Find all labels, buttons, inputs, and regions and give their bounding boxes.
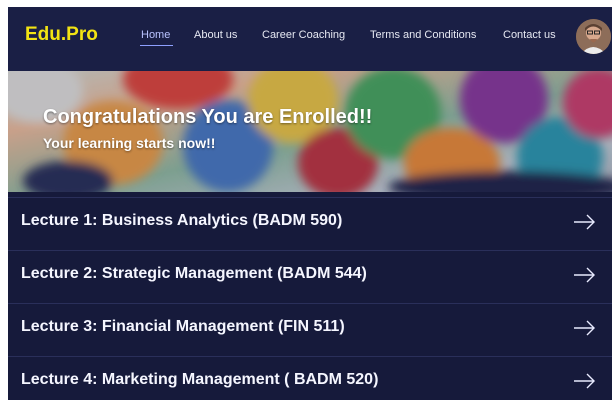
nav-terms[interactable]: Terms and Conditions bbox=[370, 29, 476, 41]
user-avatar-icon bbox=[576, 19, 611, 54]
lecture-row-3[interactable]: Lecture 3: Financial Management (FIN 511… bbox=[8, 303, 612, 356]
lecture-label: Lecture 1: Business Analytics (BADM 590) bbox=[21, 212, 343, 229]
enrollment-subtitle: Your learning starts now!! bbox=[43, 135, 216, 151]
arrow-right-icon bbox=[574, 320, 595, 336]
lecture-label: Lecture 4: Marketing Management ( BADM 5… bbox=[21, 371, 379, 388]
avatar[interactable] bbox=[576, 19, 611, 54]
arrow-right-icon bbox=[574, 214, 595, 230]
nav-about[interactable]: About us bbox=[194, 29, 237, 41]
nav-contact[interactable]: Contact us bbox=[503, 29, 556, 41]
lecture-row-2[interactable]: Lecture 2: Strategic Management (BADM 54… bbox=[8, 250, 612, 303]
top-navigation: Edu.Pro Home About us Career Coaching Te… bbox=[8, 7, 612, 71]
lecture-row-4[interactable]: Lecture 4: Marketing Management ( BADM 5… bbox=[8, 356, 612, 400]
app-frame: Edu.Pro Home About us Career Coaching Te… bbox=[8, 7, 612, 400]
active-nav-underline bbox=[140, 45, 173, 46]
arrow-right-icon bbox=[574, 373, 595, 389]
enrollment-title: Congratulations You are Enrolled!! bbox=[43, 106, 373, 128]
arrow-right-icon bbox=[574, 267, 595, 283]
nav-career-coaching[interactable]: Career Coaching bbox=[262, 29, 345, 41]
balloons-background-image bbox=[8, 71, 612, 192]
enrollment-banner: Congratulations You are Enrolled!! Your … bbox=[8, 71, 612, 192]
lecture-label: Lecture 3: Financial Management (FIN 511… bbox=[21, 318, 345, 335]
brand-logo[interactable]: Edu.Pro bbox=[25, 24, 98, 46]
lecture-label: Lecture 2: Strategic Management (BADM 54… bbox=[21, 265, 367, 282]
lecture-row-1[interactable]: Lecture 1: Business Analytics (BADM 590) bbox=[8, 197, 612, 250]
nav-home[interactable]: Home bbox=[141, 29, 170, 41]
